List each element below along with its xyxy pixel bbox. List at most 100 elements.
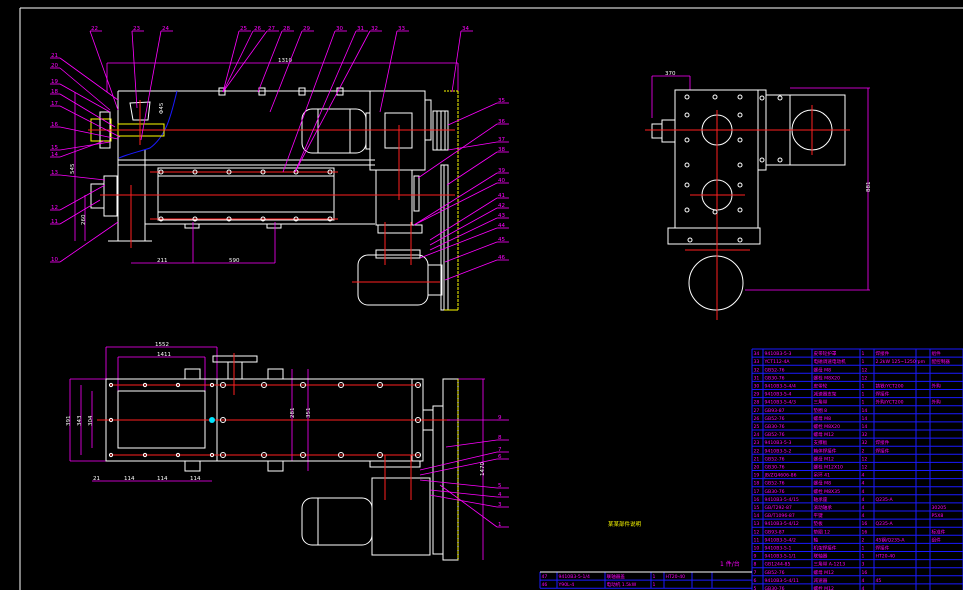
table-cell: 4 [862, 513, 865, 519]
table-row: 30 9410B3-5-4/4 皮带轮 1 铸铁/YCT200 外购 [752, 380, 963, 390]
callout-18: 18 [50, 89, 116, 128]
callout-number: 13 [51, 170, 58, 176]
table-cell: 25 [754, 424, 760, 430]
table-cell: 4 [862, 497, 865, 503]
front-view: 13 10 545 260 211 590 Φ45 22 23 24 25 26 … [50, 26, 509, 311]
callout-number: 24 [162, 26, 169, 32]
callout-number: 15 [51, 145, 58, 151]
table-cell: 螺栓 M12 [814, 585, 835, 590]
dim-height: 545 [70, 163, 76, 174]
dim-plan-v3: 304 [88, 415, 94, 426]
table-cell: 外购 [932, 383, 942, 390]
side-view: 370 881 [645, 71, 872, 320]
callout-number: 10 [51, 257, 58, 263]
bolt-icon [759, 95, 765, 101]
table-cell: 12 [862, 375, 868, 381]
dim-shaft-height: 260 [81, 214, 87, 225]
table-row: 47 9410B3-5-1/4 联轴器盖 1 HT20-40 [540, 571, 752, 580]
table-row: 21 GB52-76 螺母 M12 12 [752, 453, 963, 462]
table-cell: 18 [754, 481, 760, 487]
table-cell: 机架焊接件 [814, 545, 837, 552]
callout-number: 6 [498, 454, 502, 460]
table-cell: 减速器支架 [814, 391, 837, 398]
callout-number: 9 [498, 415, 502, 421]
callout-8: 8 [445, 435, 509, 448]
table-cell: 10 [754, 546, 760, 552]
table-cell: GB52-76 [765, 416, 785, 422]
callout-number: 5 [498, 483, 502, 489]
callout-number: 12 [51, 205, 58, 211]
table-cell: 三角带 [814, 399, 828, 406]
bolt-icon [684, 112, 690, 118]
table-row: 34 9410B3-5-3 皮带轮护罩 1 焊接件 组件 [752, 348, 963, 357]
table-cell: 21 [754, 456, 760, 462]
table-cell: 11 [754, 537, 760, 543]
table-cell: 螺栓 M8X35 [814, 488, 841, 495]
callout-number: 16 [51, 122, 58, 128]
table-cell: 45 [876, 578, 882, 584]
table-cell: 8 [754, 562, 757, 568]
table-cell: 联轴器盖 [607, 573, 626, 580]
callout-21: 21 [50, 53, 119, 101]
callout-number: 28 [283, 26, 290, 32]
table-cell: 组件 [932, 536, 942, 543]
callout-19: 19 [50, 79, 111, 113]
callout-44: 44 [419, 223, 509, 259]
dim-shaft-dia: Φ45 [159, 102, 165, 114]
table-row: 15 GB/T292-87 滚动轴承 4 30205 [752, 502, 963, 511]
callout-9: 9 [447, 415, 509, 421]
callout-number: 46 [498, 255, 505, 261]
note-title: 某某部件说明 [608, 520, 642, 528]
table-cell: 螺栓 M8X20 [814, 374, 841, 381]
table-cell: 16 [862, 570, 868, 576]
table-cell: 2.2kW 125~1250rpm [876, 359, 926, 365]
table-cell: 外购 [932, 399, 942, 406]
table-cell: GB93-87 [765, 529, 785, 535]
table-cell: 9410B3-5-4/11 [765, 578, 799, 584]
bolt-icon [737, 162, 743, 168]
cad-drawing: 1310 545 260 211 590 Φ45 22 23 24 25 26 … [19, 7, 963, 590]
table-cell: 1 [653, 574, 656, 580]
table-row: 9 9410B3-5-1/1 联轴器 1 HT20-40 [752, 551, 963, 560]
table-cell: 螺栓 M12X10 [814, 464, 844, 471]
table-cell: 16 [862, 521, 868, 527]
table-row: 11 9410B3-5-4/2 轴 2 45钢/Q235-A 组件 [752, 534, 963, 543]
table-cell: 4 [862, 489, 865, 495]
table-cell: 14 [862, 424, 868, 430]
dim-plan-mid1: 281 [290, 408, 296, 419]
table-row: 26 GB52-76 螺母 M8 14 [752, 413, 963, 422]
table-cell: GB52-76 [765, 570, 785, 576]
callout-number: 32 [371, 26, 378, 32]
callout-34: 34 [451, 26, 473, 93]
dim-plan-right: 1470 [480, 462, 486, 476]
table-cell: 9410B3-5-1/1 [765, 554, 796, 560]
callout-number: 38 [498, 147, 505, 153]
table-row: 13 9410B3-5-4/12 垫板 16 Q235-A [752, 518, 963, 527]
callout-number: 17 [51, 101, 58, 107]
table-row: 8 GB1244-85 三角带 A-1213 3 [752, 559, 963, 568]
table-cell: 23 [754, 440, 760, 446]
table-cell: Y90L-4 [558, 582, 575, 588]
table-cell: 2 [862, 448, 865, 454]
table-cell: 9410B3-5-4/4 [765, 384, 796, 390]
callout-12: 12 [50, 184, 106, 211]
dim-side-width: 370 [665, 71, 676, 77]
callout-number: 33 [398, 26, 405, 32]
callout-number: 14 [51, 152, 58, 158]
table-cell: 垫圈 8 [814, 407, 828, 414]
bolt-icon [684, 207, 690, 213]
table-cell: 33 [754, 359, 760, 365]
table-row: 7 GB52-76 螺母 M12 16 [752, 567, 963, 576]
table-row: 24 GB52-76 螺母 M12 32 [752, 429, 963, 438]
table-cell: 焊接件 [876, 447, 890, 454]
dim-plan-outer: 1552 [155, 342, 169, 348]
table-cell: 28 [754, 400, 760, 406]
table-cell: 1 [862, 351, 865, 357]
table-cell: 19 [754, 473, 760, 479]
callout-number: 37 [498, 137, 505, 143]
table-cell: 组件 [932, 350, 942, 357]
table-cell: 29 [754, 392, 760, 398]
callout-number: 42 [498, 203, 505, 209]
table-cell: 5 [754, 586, 757, 590]
dim-bottom-b: 590 [229, 258, 240, 264]
